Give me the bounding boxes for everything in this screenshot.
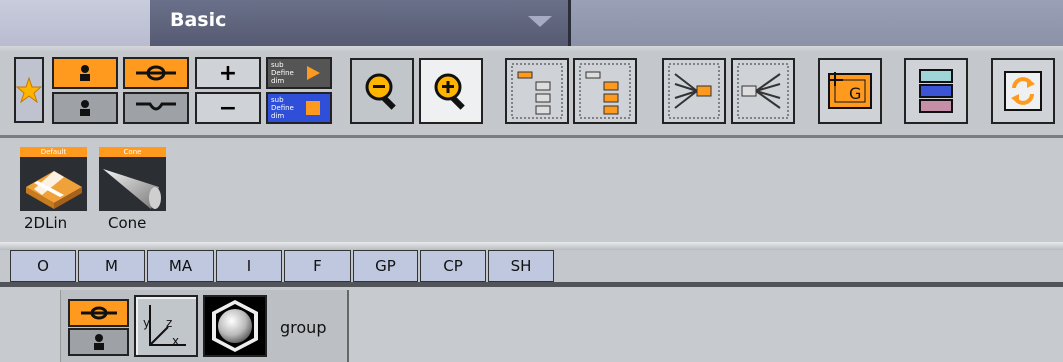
library-item-label: Cone (108, 214, 147, 232)
merge-button[interactable] (662, 58, 726, 124)
add-transform-button[interactable] (123, 57, 189, 89)
zoom-in-icon (434, 73, 465, 110)
library-item-2dlin[interactable]: Default (20, 147, 87, 211)
header-left-area (0, 0, 150, 46)
axis-label-x: x (172, 334, 179, 348)
transform-axis-icon: y z x (143, 305, 186, 348)
remove-group-icon (80, 100, 90, 116)
collapse-button[interactable]: − (195, 92, 261, 124)
tab-i[interactable]: I (216, 250, 282, 282)
tab-cp[interactable]: CP (420, 250, 486, 282)
geometry-button[interactable] (203, 295, 267, 357)
add-group-icon (80, 65, 90, 81)
star-icon (16, 77, 42, 103)
tree-expand-icon (579, 63, 631, 119)
tree-expand-button[interactable] (573, 58, 637, 124)
align-icon (919, 69, 953, 113)
group-toggle-button[interactable] (68, 299, 129, 327)
tab-m[interactable]: M (78, 250, 145, 282)
2d-line-icon (20, 157, 87, 211)
sphere-geometry-icon (212, 300, 258, 352)
tab-sh[interactable]: SH (488, 250, 554, 282)
add-transform-icon (136, 65, 176, 81)
transform-button[interactable]: y z x (134, 295, 198, 357)
category-title: Basic (170, 9, 227, 31)
tree-collapse-button[interactable] (505, 58, 569, 124)
tab-f[interactable]: F (284, 250, 351, 282)
library-item-cone[interactable]: Cone (99, 147, 166, 211)
remove-group-button[interactable] (52, 92, 118, 124)
play-icon (307, 66, 320, 80)
sub-define-button-top[interactable]: sub Define dim (266, 57, 332, 89)
library-item-tag: Default (20, 147, 87, 157)
chevron-down-icon[interactable] (528, 16, 552, 27)
tab-ma[interactable]: MA (147, 250, 214, 282)
favorites-button[interactable] (14, 57, 44, 123)
header-shadow (0, 46, 1063, 52)
group-selection-button[interactable]: G (818, 58, 882, 124)
stop-icon (306, 101, 320, 115)
expand-button[interactable]: + (195, 57, 261, 89)
zoom-out-button[interactable] (350, 58, 414, 124)
split-icon (737, 63, 789, 119)
sub-define-label-bottom: sub Define dim (271, 96, 294, 120)
person-icon (93, 334, 104, 350)
zoom-in-button[interactable] (419, 58, 483, 124)
remove-transform-button[interactable] (123, 92, 189, 124)
tab-bar-empty (556, 250, 1063, 282)
remove-transform-icon (136, 102, 176, 111)
axis-label-y: y (143, 316, 150, 330)
group-icon-label: G (849, 84, 861, 103)
tree-node-name: group (280, 318, 327, 337)
group-visibility-button[interactable] (68, 328, 129, 356)
tab-gp[interactable]: GP (353, 250, 418, 282)
sub-define-label-top: sub Define dim (271, 61, 294, 85)
axis-label-z: z (166, 316, 172, 330)
group-icon: G (828, 72, 872, 109)
align-button[interactable] (904, 58, 968, 124)
group-toggle-icon (80, 306, 117, 320)
tab-o[interactable]: O (10, 250, 76, 282)
merge-icon (668, 63, 720, 119)
header-right-area (571, 0, 1063, 46)
split-button[interactable] (731, 58, 795, 124)
cone-icon (99, 157, 166, 211)
tree-collapse-icon (511, 63, 563, 119)
tab-divider (0, 242, 1063, 250)
refresh-button[interactable] (991, 58, 1055, 124)
sub-define-button-bottom[interactable]: sub Define dim (266, 92, 332, 124)
refresh-icon (1004, 71, 1042, 111)
library-item-label: 2DLin (24, 214, 68, 232)
zoom-out-icon (365, 73, 396, 110)
add-group-button[interactable] (52, 57, 118, 89)
library-item-tag: Cone (99, 147, 166, 157)
